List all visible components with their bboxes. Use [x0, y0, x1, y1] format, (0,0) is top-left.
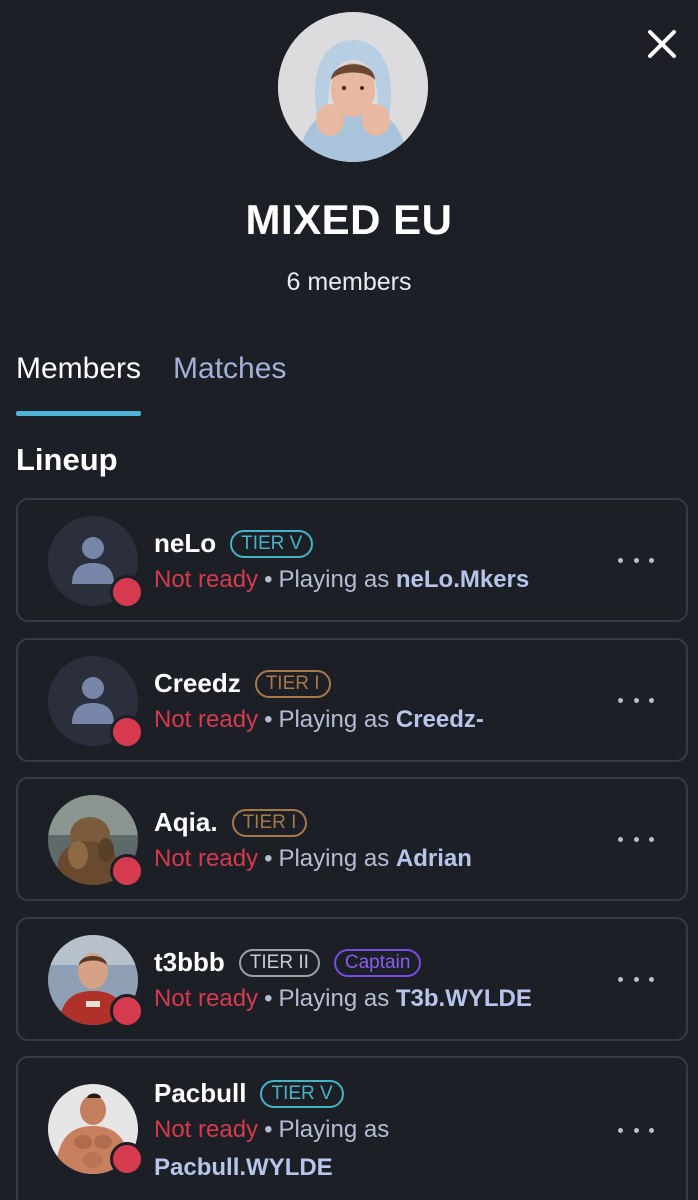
member-name-row: neLo TIER V	[154, 528, 314, 559]
member-name-row: Creedz TIER I	[154, 668, 331, 699]
member-name-row: Aqia. TIER I	[154, 807, 308, 838]
member-name-row: t3bbb TIER II Captain	[154, 947, 422, 978]
tier-badge: TIER I	[231, 808, 308, 837]
lineup-heading: Lineup	[16, 442, 118, 477]
captain-badge: Captain	[333, 948, 422, 977]
player-handle: Creedz-	[395, 706, 484, 733]
member-name-row: Pacbull TIER V	[154, 1078, 344, 1109]
status-text: Not ready	[154, 1116, 259, 1143]
playing-as-label: Playing as	[278, 985, 390, 1012]
tier-badge: TIER I	[254, 669, 331, 698]
playing-as-label: Playing as	[278, 566, 390, 593]
tab-members[interactable]: Members	[16, 352, 142, 416]
status-text: Not ready	[154, 845, 259, 872]
member-name: neLo	[154, 528, 217, 558]
status-dot	[110, 715, 144, 749]
member-name: Pacbull	[154, 1078, 247, 1108]
player-handle: neLo.Mkers	[395, 566, 530, 593]
member-name: Aqia.	[154, 807, 218, 837]
playing-as-label: Playing as	[278, 845, 390, 872]
member-count: 6 members	[286, 268, 412, 296]
member-status-line: Not ready • Playing as T3b.WYLDE	[154, 985, 532, 1013]
separator: •	[264, 566, 273, 593]
playing-as-label: Playing as	[278, 1116, 390, 1143]
tier-badge: TIER V	[260, 1079, 344, 1108]
more-options-icon[interactable]	[618, 969, 654, 989]
status-dot	[110, 994, 144, 1028]
separator: •	[264, 985, 273, 1012]
more-options-icon[interactable]	[618, 690, 654, 710]
separator: •	[264, 706, 273, 733]
player-handle: Adrian	[395, 845, 472, 872]
playing-as-label: Playing as	[278, 706, 390, 733]
member-card[interactable]: t3bbb TIER II Captain Not ready • Playing …	[16, 917, 688, 1041]
member-card[interactable]: Aqia. TIER I Not ready • Playing as Adrian	[16, 777, 688, 901]
player-handle: T3b.WYLDE	[395, 985, 532, 1012]
tier-badge: TIER II	[238, 948, 320, 977]
member-card[interactable]: Pacbull TIER V Not ready • Playing as Pacb…	[16, 1056, 688, 1200]
member-name: t3bbb	[154, 947, 225, 977]
team-avatar	[278, 12, 428, 162]
player-handle: Pacbull.WYLDE	[154, 1154, 333, 1181]
member-card[interactable]: Creedz TIER I Not ready • Playing as Creed…	[16, 638, 688, 762]
more-options-icon[interactable]	[618, 1120, 654, 1140]
member-status-line: Not ready • Playing as	[154, 1116, 389, 1144]
status-dot	[110, 575, 144, 609]
close-icon[interactable]	[642, 24, 682, 64]
status-text: Not ready	[154, 985, 259, 1012]
team-name: MIXED EU	[245, 196, 453, 243]
member-status-line: Not ready • Playing as neLo.Mkers	[154, 566, 529, 594]
status-text: Not ready	[154, 566, 259, 593]
separator: •	[264, 1116, 273, 1143]
tab-matches[interactable]: Matches	[173, 352, 286, 416]
member-status-line: Not ready • Playing as Creedz-	[154, 706, 484, 734]
status-text: Not ready	[154, 706, 259, 733]
status-dot	[110, 1142, 144, 1176]
member-card[interactable]: neLo TIER V Not ready • Playing as neLo.Mk…	[16, 498, 688, 622]
member-name: Creedz	[154, 668, 241, 698]
member-status-line: Not ready • Playing as Adrian	[154, 845, 472, 873]
more-options-icon[interactable]	[618, 550, 654, 570]
tier-badge: TIER V	[230, 529, 314, 558]
status-dot	[110, 854, 144, 888]
tab-bar: Members Matches	[16, 352, 318, 416]
more-options-icon[interactable]	[618, 829, 654, 849]
separator: •	[264, 845, 273, 872]
team-page: MIXED EU 6 members Members Matches Lineu…	[0, 0, 698, 1200]
